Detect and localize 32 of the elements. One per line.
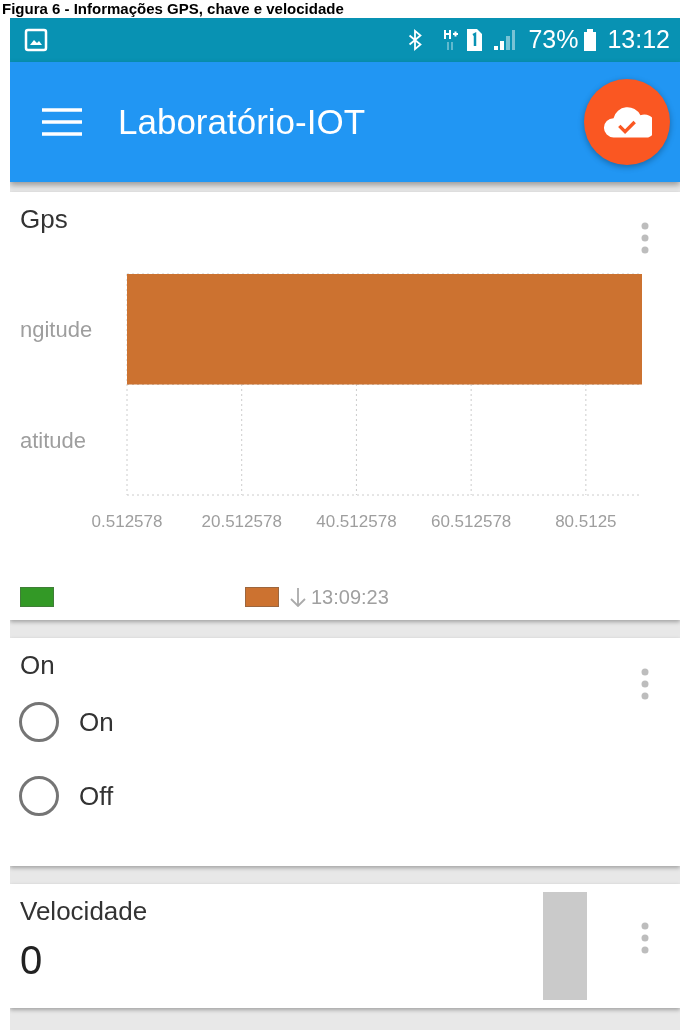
axis-label: ngitude	[20, 317, 93, 343]
radio-button[interactable]	[19, 776, 59, 816]
speed-value: 0	[20, 937, 43, 984]
menu-icon[interactable]	[42, 108, 82, 136]
battery-icon	[583, 29, 598, 51]
axis-label: atitude	[20, 427, 87, 453]
tick-label: 40.512578	[316, 512, 397, 531]
tick-label: 20.512578	[201, 512, 282, 531]
mobile-data-icon	[443, 28, 460, 52]
cloud-check-icon	[602, 104, 652, 140]
radio-label[interactable]: Off	[79, 776, 114, 816]
tick-label: 80.5125	[555, 512, 617, 531]
radio-button[interactable]	[19, 702, 59, 742]
battery-percentage: 73%	[528, 24, 579, 56]
clock: 13:12	[607, 24, 670, 56]
radio-label[interactable]: On	[79, 702, 114, 742]
more-options-icon[interactable]	[641, 222, 649, 254]
tick-label: 0.512578	[91, 512, 163, 531]
signal-icon	[492, 28, 517, 52]
more-options-icon[interactable]	[641, 668, 649, 700]
figure-caption: Figura 6 - Informações GPS, chave e velocidade	[1, 0, 345, 18]
card-title: Velocidade	[20, 896, 148, 926]
cloud-sync-button[interactable]	[584, 79, 670, 165]
down-arrow-icon	[289, 587, 307, 607]
image-icon	[24, 28, 48, 52]
card-title: Gps	[20, 204, 68, 234]
legend-label: 13:09:23	[311, 585, 389, 610]
more-options-icon[interactable]	[641, 922, 649, 954]
tick-label: 60.512578	[430, 512, 512, 531]
sim-card-icon	[465, 28, 485, 52]
card-title: On	[20, 650, 55, 680]
app-title: Laboratório-IOT	[118, 100, 367, 143]
